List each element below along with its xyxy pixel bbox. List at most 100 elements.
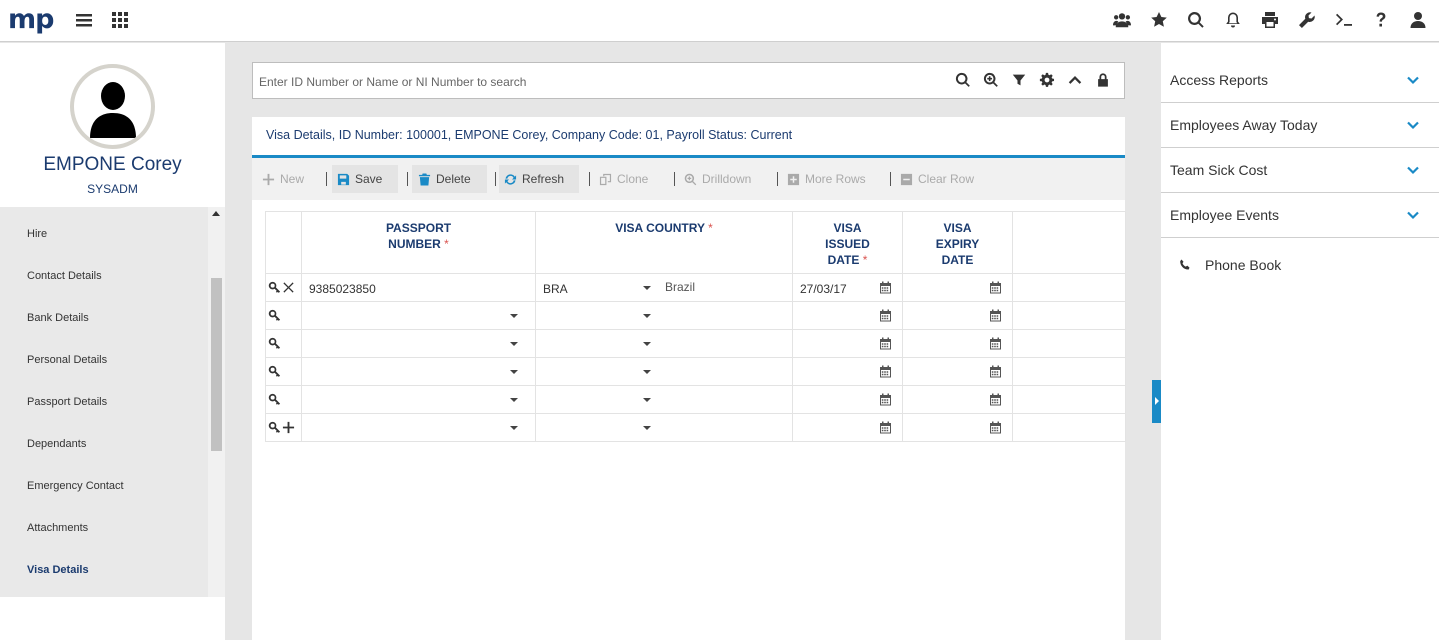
search-icon[interactable]: [1185, 9, 1207, 31]
print-icon[interactable]: [1259, 9, 1281, 31]
visa-expiry-date-cell[interactable]: [902, 385, 1013, 414]
visa-expiry-date-cell[interactable]: [902, 413, 1013, 442]
chevron-down-icon[interactable]: [510, 314, 518, 318]
visa-expiry-date-header[interactable]: VISA EXPIRY DATE: [902, 211, 1013, 274]
search-input[interactable]: Enter ID Number or Name or NI Number to …: [259, 75, 526, 89]
zoom-search-icon[interactable]: [983, 72, 1001, 90]
sidebar-item-passport-details[interactable]: Passport Details: [27, 396, 107, 408]
chevron-down-icon[interactable]: [1407, 119, 1419, 131]
accordion-employee-events[interactable]: Employee Events: [1161, 193, 1439, 238]
chevron-down-icon[interactable]: [510, 342, 518, 346]
app-logo[interactable]: mp: [8, 4, 54, 35]
bell-icon[interactable]: [1222, 9, 1244, 31]
delete-button[interactable]: Delete: [417, 158, 471, 200]
clear-row-button[interactable]: Clear Row: [899, 158, 974, 200]
sidebar-item-emergency-contact[interactable]: Emergency Contact: [27, 480, 124, 492]
chevron-down-icon[interactable]: [643, 398, 651, 402]
accordion-team-sick-cost[interactable]: Team Sick Cost: [1161, 148, 1439, 193]
sidebar-item-attachments[interactable]: Attachments: [27, 522, 88, 534]
visa-issued-date-cell[interactable]: [792, 357, 903, 386]
search-icon[interactable]: [955, 72, 973, 90]
visa-issued-date-cell[interactable]: [792, 329, 903, 358]
visa-country-cell[interactable]: BRA Brazil: [535, 273, 793, 302]
terminal-icon[interactable]: [1333, 9, 1355, 31]
visa-expiry-date-cell[interactable]: [902, 329, 1013, 358]
wrench-icon[interactable]: [1296, 9, 1318, 31]
save-button[interactable]: Save: [336, 158, 382, 200]
help-icon[interactable]: [1370, 9, 1392, 31]
more-rows-button[interactable]: More Rows: [786, 158, 866, 200]
chevron-down-icon[interactable]: [510, 398, 518, 402]
visa-country-cell[interactable]: [535, 413, 793, 442]
visa-country-header[interactable]: VISA COUNTRY *: [535, 211, 793, 274]
refresh-button[interactable]: Refresh: [503, 158, 564, 200]
calendar-icon[interactable]: [879, 421, 892, 434]
gear-icon[interactable]: [1039, 72, 1057, 90]
delete-row-x-icon[interactable]: [282, 281, 295, 294]
add-row-plus-icon[interactable]: [282, 421, 295, 434]
accordion-access-reports[interactable]: Access Reports: [1161, 58, 1439, 103]
calendar-icon[interactable]: [989, 281, 1002, 294]
hamburger-menu-icon[interactable]: [73, 9, 95, 31]
new-button[interactable]: New: [261, 158, 304, 200]
sidebar-item-bank-details[interactable]: Bank Details: [27, 312, 89, 324]
scroll-thumb[interactable]: [211, 278, 222, 451]
visa-country-cell[interactable]: [535, 385, 793, 414]
sidebar-item-dependants[interactable]: Dependants: [27, 438, 86, 450]
visa-expiry-date-cell[interactable]: [902, 273, 1013, 302]
visa-country-cell[interactable]: [535, 329, 793, 358]
passport-number-cell[interactable]: [301, 329, 536, 358]
team-icon[interactable]: [1111, 9, 1133, 31]
phone-book-link[interactable]: Phone Book: [1179, 257, 1281, 273]
calendar-icon[interactable]: [879, 281, 892, 294]
calendar-icon[interactable]: [989, 393, 1002, 406]
calendar-icon[interactable]: [989, 337, 1002, 350]
visa-country-cell[interactable]: [535, 301, 793, 330]
calendar-icon[interactable]: [989, 421, 1002, 434]
calendar-icon[interactable]: [879, 365, 892, 378]
visa-issued-date-cell[interactable]: 27/03/17: [792, 273, 903, 302]
clone-button[interactable]: Clone: [598, 158, 648, 200]
drilldown-key-icon[interactable]: [268, 337, 281, 350]
chevron-down-icon[interactable]: [510, 370, 518, 374]
app-grid-icon[interactable]: [109, 9, 131, 31]
chevron-down-icon[interactable]: [643, 370, 651, 374]
visa-issued-date-cell[interactable]: [792, 301, 903, 330]
user-profile-icon[interactable]: [1407, 9, 1429, 31]
sidebar-item-hire[interactable]: Hire: [27, 228, 47, 240]
passport-number-cell[interactable]: [301, 301, 536, 330]
sidebar-scrollbar[interactable]: [208, 207, 225, 597]
chevron-down-icon[interactable]: [510, 426, 518, 430]
drilldown-button[interactable]: Drilldown: [683, 158, 751, 200]
drilldown-key-icon[interactable]: [268, 393, 281, 406]
filter-icon[interactable]: [1011, 72, 1029, 90]
drilldown-key-icon[interactable]: [268, 281, 281, 294]
passport-number-cell[interactable]: [301, 413, 536, 442]
scroll-up-arrow-icon[interactable]: [212, 211, 220, 216]
drilldown-key-icon[interactable]: [268, 421, 281, 434]
calendar-icon[interactable]: [879, 337, 892, 350]
accordion-employees-away-today[interactable]: Employees Away Today: [1161, 103, 1439, 148]
sidebar-item-visa-details[interactable]: Visa Details: [27, 564, 89, 576]
chevron-down-icon[interactable]: [643, 314, 651, 318]
lock-icon[interactable]: [1095, 72, 1113, 90]
calendar-icon[interactable]: [879, 393, 892, 406]
drilldown-key-icon[interactable]: [268, 365, 281, 378]
visa-issued-date-cell[interactable]: [792, 413, 903, 442]
chevron-down-icon[interactable]: [643, 286, 651, 290]
chevron-down-icon[interactable]: [643, 342, 651, 346]
star-icon[interactable]: [1148, 9, 1170, 31]
calendar-icon[interactable]: [989, 309, 1002, 322]
passport-number-header[interactable]: PASSPORT NUMBER *: [301, 211, 536, 274]
chevron-down-icon[interactable]: [643, 426, 651, 430]
passport-number-cell[interactable]: 9385023850: [301, 273, 536, 302]
sidebar-item-contact-details[interactable]: Contact Details: [27, 270, 102, 282]
visa-expiry-date-cell[interactable]: [902, 301, 1013, 330]
chevron-down-icon[interactable]: [1407, 164, 1419, 176]
visa-issued-date-cell[interactable]: [792, 385, 903, 414]
passport-number-cell[interactable]: [301, 357, 536, 386]
chevron-down-icon[interactable]: [1407, 74, 1419, 86]
visa-issued-date-header[interactable]: VISA ISSUED DATE *: [792, 211, 903, 274]
visa-expiry-date-cell[interactable]: [902, 357, 1013, 386]
chevron-down-icon[interactable]: [1407, 209, 1419, 221]
